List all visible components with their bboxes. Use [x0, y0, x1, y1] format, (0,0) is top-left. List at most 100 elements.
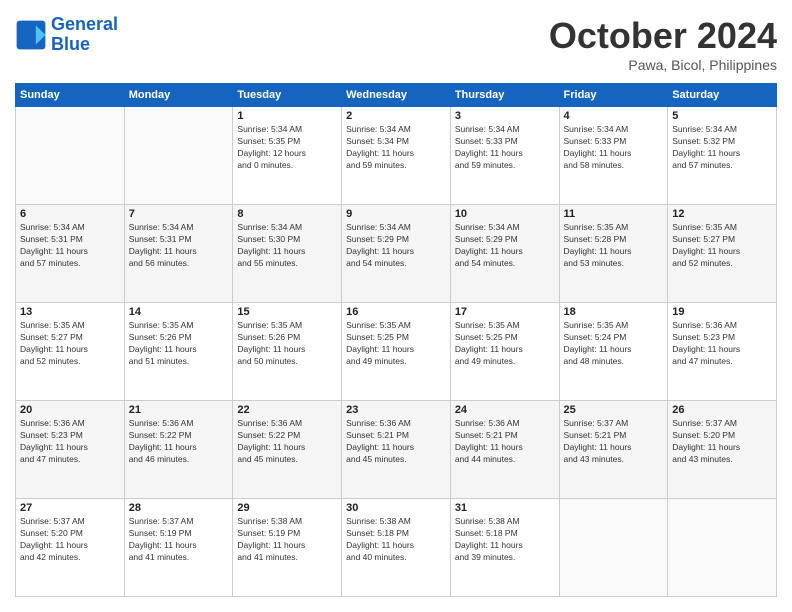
- day-number-w4-d3: 30: [346, 502, 446, 514]
- cell-w3-d5: 25 Sunrise: 5:37 AM Sunset: 5:21 PM Dayli…: [559, 401, 668, 499]
- day-info-w3-d4: Sunrise: 5:36 AM Sunset: 5:21 PM Dayligh…: [455, 418, 555, 466]
- day-number-w4-d4: 31: [455, 502, 555, 514]
- day-number-w2-d2: 15: [237, 306, 337, 318]
- header-tuesday: Tuesday: [233, 84, 342, 107]
- cell-w3-d1: 21 Sunrise: 5:36 AM Sunset: 5:22 PM Dayli…: [124, 401, 233, 499]
- header-friday: Friday: [559, 84, 668, 107]
- day-info-w2-d5: Sunrise: 5:35 AM Sunset: 5:24 PM Dayligh…: [564, 320, 664, 368]
- cell-w4-d4: 31 Sunrise: 5:38 AM Sunset: 5:18 PM Dayli…: [450, 499, 559, 597]
- month-title: October 2024: [549, 15, 777, 57]
- cell-w0-d2: 1 Sunrise: 5:34 AM Sunset: 5:35 PM Daylig…: [233, 107, 342, 205]
- weekday-header-row: Sunday Monday Tuesday Wednesday Thursday…: [16, 84, 777, 107]
- day-info-w2-d3: Sunrise: 5:35 AM Sunset: 5:25 PM Dayligh…: [346, 320, 446, 368]
- day-number-w0-d4: 3: [455, 110, 555, 122]
- subtitle: Pawa, Bicol, Philippines: [549, 57, 777, 73]
- day-info-w4-d3: Sunrise: 5:38 AM Sunset: 5:18 PM Dayligh…: [346, 516, 446, 564]
- cell-w3-d4: 24 Sunrise: 5:36 AM Sunset: 5:21 PM Dayli…: [450, 401, 559, 499]
- logo: General Blue: [15, 15, 118, 55]
- cell-w1-d5: 11 Sunrise: 5:35 AM Sunset: 5:28 PM Dayli…: [559, 205, 668, 303]
- day-number-w1-d4: 10: [455, 208, 555, 220]
- day-number-w1-d2: 8: [237, 208, 337, 220]
- day-info-w3-d3: Sunrise: 5:36 AM Sunset: 5:21 PM Dayligh…: [346, 418, 446, 466]
- cell-w3-d6: 26 Sunrise: 5:37 AM Sunset: 5:20 PM Dayli…: [668, 401, 777, 499]
- cell-w2-d4: 17Sunrise: 5:35 AM Sunset: 5:25 PM Dayli…: [450, 303, 559, 401]
- cell-w3-d2: 22 Sunrise: 5:36 AM Sunset: 5:22 PM Dayli…: [233, 401, 342, 499]
- day-number-w3-d4: 24: [455, 404, 555, 416]
- week-row-1: 6 Sunrise: 5:34 AM Sunset: 5:31 PM Daylig…: [16, 205, 777, 303]
- day-info-w4-d1: Sunrise: 5:37 AM Sunset: 5:19 PM Dayligh…: [129, 516, 229, 564]
- cell-w4-d3: 30 Sunrise: 5:38 AM Sunset: 5:18 PM Dayli…: [342, 499, 451, 597]
- cell-w1-d1: 7 Sunrise: 5:34 AM Sunset: 5:31 PM Daylig…: [124, 205, 233, 303]
- day-info-w1-d3: Sunrise: 5:34 AM Sunset: 5:29 PM Dayligh…: [346, 222, 446, 270]
- day-number-w2-d1: 14: [129, 306, 229, 318]
- day-info-w3-d1: Sunrise: 5:36 AM Sunset: 5:22 PM Dayligh…: [129, 418, 229, 466]
- cell-w3-d3: 23 Sunrise: 5:36 AM Sunset: 5:21 PM Dayli…: [342, 401, 451, 499]
- day-number-w3-d6: 26: [672, 404, 772, 416]
- day-number-w0-d2: 1: [237, 110, 337, 122]
- logo-blue: Blue: [51, 35, 118, 55]
- day-number-w2-d3: 16: [346, 306, 446, 318]
- day-info-w4-d4: Sunrise: 5:38 AM Sunset: 5:18 PM Dayligh…: [455, 516, 555, 564]
- logo-text: General Blue: [51, 15, 118, 55]
- day-number-w1-d0: 6: [20, 208, 120, 220]
- day-info-w1-d1: Sunrise: 5:34 AM Sunset: 5:31 PM Dayligh…: [129, 222, 229, 270]
- cell-w1-d2: 8Sunrise: 5:34 AM Sunset: 5:30 PM Daylig…: [233, 205, 342, 303]
- day-number-w0-d5: 4: [564, 110, 664, 122]
- day-number-w2-d0: 13: [20, 306, 120, 318]
- calendar-table: Sunday Monday Tuesday Wednesday Thursday…: [15, 83, 777, 597]
- header-saturday: Saturday: [668, 84, 777, 107]
- day-info-w2-d6: Sunrise: 5:36 AM Sunset: 5:23 PM Dayligh…: [672, 320, 772, 368]
- day-number-w1-d1: 7: [129, 208, 229, 220]
- day-info-w2-d0: Sunrise: 5:35 AM Sunset: 5:27 PM Dayligh…: [20, 320, 120, 368]
- cell-w2-d6: 19 Sunrise: 5:36 AM Sunset: 5:23 PM Dayli…: [668, 303, 777, 401]
- day-info-w0-d3: Sunrise: 5:34 AM Sunset: 5:34 PM Dayligh…: [346, 124, 446, 172]
- day-number-w0-d3: 2: [346, 110, 446, 122]
- day-number-w3-d5: 25: [564, 404, 664, 416]
- cell-w0-d6: 5Sunrise: 5:34 AM Sunset: 5:32 PM Daylig…: [668, 107, 777, 205]
- day-number-w1-d5: 11: [564, 208, 664, 220]
- cell-w1-d0: 6 Sunrise: 5:34 AM Sunset: 5:31 PM Daylig…: [16, 205, 125, 303]
- day-info-w1-d0: Sunrise: 5:34 AM Sunset: 5:31 PM Dayligh…: [20, 222, 120, 270]
- day-number-w3-d3: 23: [346, 404, 446, 416]
- cell-w0-d5: 4 Sunrise: 5:34 AM Sunset: 5:33 PM Daylig…: [559, 107, 668, 205]
- day-info-w3-d6: Sunrise: 5:37 AM Sunset: 5:20 PM Dayligh…: [672, 418, 772, 466]
- header-monday: Monday: [124, 84, 233, 107]
- header-sunday: Sunday: [16, 84, 125, 107]
- cell-w1-d3: 9Sunrise: 5:34 AM Sunset: 5:29 PM Daylig…: [342, 205, 451, 303]
- week-row-3: 20 Sunrise: 5:36 AM Sunset: 5:23 PM Dayli…: [16, 401, 777, 499]
- day-info-w2-d2: Sunrise: 5:35 AM Sunset: 5:26 PM Dayligh…: [237, 320, 337, 368]
- cell-w2-d1: 14 Sunrise: 5:35 AM Sunset: 5:26 PM Dayli…: [124, 303, 233, 401]
- header: General Blue October 2024 Pawa, Bicol, P…: [15, 15, 777, 73]
- day-number-w3-d1: 21: [129, 404, 229, 416]
- header-wednesday: Wednesday: [342, 84, 451, 107]
- day-number-w2-d6: 19: [672, 306, 772, 318]
- cell-w1-d4: 10Sunrise: 5:34 AM Sunset: 5:29 PM Dayli…: [450, 205, 559, 303]
- cell-w4-d1: 28 Sunrise: 5:37 AM Sunset: 5:19 PM Dayli…: [124, 499, 233, 597]
- day-number-w4-d1: 28: [129, 502, 229, 514]
- header-thursday: Thursday: [450, 84, 559, 107]
- day-info-w0-d6: Sunrise: 5:34 AM Sunset: 5:32 PM Dayligh…: [672, 124, 772, 172]
- day-info-w1-d5: Sunrise: 5:35 AM Sunset: 5:28 PM Dayligh…: [564, 222, 664, 270]
- day-info-w3-d0: Sunrise: 5:36 AM Sunset: 5:23 PM Dayligh…: [20, 418, 120, 466]
- logo-general: General: [51, 14, 118, 34]
- cell-w0-d3: 2 Sunrise: 5:34 AM Sunset: 5:34 PM Daylig…: [342, 107, 451, 205]
- cell-w4-d6: [668, 499, 777, 597]
- cell-w2-d0: 13 Sunrise: 5:35 AM Sunset: 5:27 PM Dayli…: [16, 303, 125, 401]
- day-info-w0-d5: Sunrise: 5:34 AM Sunset: 5:33 PM Dayligh…: [564, 124, 664, 172]
- day-info-w3-d2: Sunrise: 5:36 AM Sunset: 5:22 PM Dayligh…: [237, 418, 337, 466]
- day-info-w2-d4: Sunrise: 5:35 AM Sunset: 5:25 PM Dayligh…: [455, 320, 555, 368]
- day-info-w0-d2: Sunrise: 5:34 AM Sunset: 5:35 PM Dayligh…: [237, 124, 337, 172]
- cell-w3-d0: 20 Sunrise: 5:36 AM Sunset: 5:23 PM Dayli…: [16, 401, 125, 499]
- title-block: October 2024 Pawa, Bicol, Philippines: [549, 15, 777, 73]
- cell-w0-d1: [124, 107, 233, 205]
- day-info-w4-d0: Sunrise: 5:37 AM Sunset: 5:20 PM Dayligh…: [20, 516, 120, 564]
- week-row-4: 27Sunrise: 5:37 AM Sunset: 5:20 PM Dayli…: [16, 499, 777, 597]
- day-info-w3-d5: Sunrise: 5:37 AM Sunset: 5:21 PM Dayligh…: [564, 418, 664, 466]
- cell-w2-d5: 18Sunrise: 5:35 AM Sunset: 5:24 PM Dayli…: [559, 303, 668, 401]
- day-info-w2-d1: Sunrise: 5:35 AM Sunset: 5:26 PM Dayligh…: [129, 320, 229, 368]
- day-number-w3-d2: 22: [237, 404, 337, 416]
- week-row-2: 13 Sunrise: 5:35 AM Sunset: 5:27 PM Dayli…: [16, 303, 777, 401]
- day-info-w1-d6: Sunrise: 5:35 AM Sunset: 5:27 PM Dayligh…: [672, 222, 772, 270]
- page: General Blue October 2024 Pawa, Bicol, P…: [0, 0, 792, 612]
- day-number-w3-d0: 20: [20, 404, 120, 416]
